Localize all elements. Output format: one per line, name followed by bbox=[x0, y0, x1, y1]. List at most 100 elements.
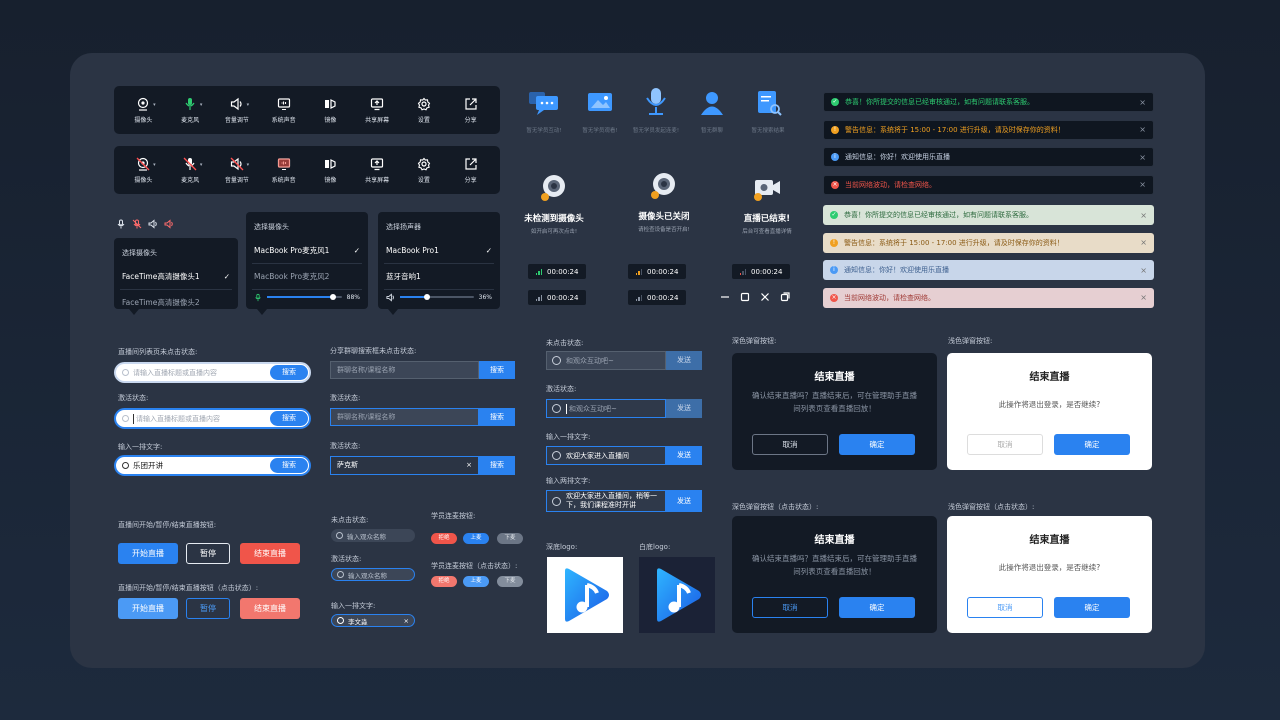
up-mic-button[interactable]: 上麦 bbox=[463, 533, 489, 544]
clear-icon[interactable]: × bbox=[466, 457, 472, 474]
cancel-button[interactable]: 取消 bbox=[967, 434, 1043, 455]
reject-button[interactable]: 拒绝 bbox=[431, 533, 457, 544]
toolbar-item-share-screen[interactable]: 共享屏幕 bbox=[356, 157, 398, 184]
toolbar-item-share[interactable]: 分享 bbox=[450, 97, 492, 124]
mic-option-1[interactable]: MacBook Pro麦克风1 ✓ bbox=[246, 238, 368, 263]
notification-text: 警告信息：系统将于 15:00 - 17:00 进行升级，请及时保存你的资料！ bbox=[845, 125, 1065, 134]
speaker-icon[interactable] bbox=[148, 219, 158, 229]
close-icon[interactable]: × bbox=[1139, 180, 1146, 189]
close-icon[interactable]: × bbox=[1140, 238, 1147, 247]
toolbar-item-share-screen[interactable]: 共享屏幕 bbox=[356, 97, 398, 124]
live-search-input[interactable]: 请输入直播标题或直播内容 搜索 bbox=[114, 362, 311, 383]
chat-input-active[interactable]: 和观众互动吧~ 发送 bbox=[546, 399, 702, 418]
confirm-button[interactable]: 确定 bbox=[1054, 434, 1130, 455]
member-search-input-active[interactable]: 输入观众名称 bbox=[331, 568, 415, 581]
toolbar-item-mic[interactable]: ▾ 麦克风 bbox=[169, 157, 211, 184]
member-search-input[interactable]: 输入观众名称 bbox=[331, 529, 415, 542]
gear-icon bbox=[417, 97, 431, 110]
close-icon[interactable]: × bbox=[1139, 98, 1146, 107]
speaker-option-2[interactable]: 蓝牙音响1 bbox=[378, 264, 500, 289]
section-label: 输入两排文字: bbox=[546, 477, 591, 485]
search-button[interactable]: 搜索 bbox=[270, 411, 308, 426]
group-search-input-filled[interactable]: 萨克斯 × 搜索 bbox=[330, 456, 515, 475]
toolbar-item-camera[interactable]: ▾ 摄像头 bbox=[122, 157, 164, 184]
send-button[interactable]: 发送 bbox=[666, 490, 702, 512]
mic-off-icon[interactable] bbox=[132, 219, 142, 229]
cancel-button[interactable]: 取消 bbox=[752, 434, 828, 455]
up-mic-button-pressed[interactable]: 上麦 bbox=[463, 576, 489, 587]
group-search-input[interactable]: 群聊名称/课程名称 搜索 bbox=[330, 361, 515, 379]
toolbar-item-gear[interactable]: 设置 bbox=[403, 157, 445, 184]
toolbar-item-volume[interactable]: ▾ 音量调节 bbox=[216, 157, 258, 184]
member-search-input-filled[interactable]: 李文淼 × bbox=[331, 614, 415, 627]
close-icon[interactable] bbox=[760, 292, 770, 302]
pause-button[interactable]: 暂停 bbox=[186, 543, 230, 564]
mic-volume-slider[interactable]: 88% bbox=[254, 292, 360, 302]
send-button[interactable]: 发送 bbox=[666, 351, 702, 370]
cancel-button-pressed[interactable]: 取消 bbox=[967, 597, 1043, 618]
modal-title: 结束直播 bbox=[814, 535, 855, 546]
start-live-button-pressed[interactable]: 开始直播 bbox=[118, 598, 178, 619]
start-live-button[interactable]: 开始直播 bbox=[118, 543, 178, 564]
down-mic-button[interactable]: 下麦 bbox=[497, 533, 523, 544]
toolbar-label: 麦克风 bbox=[181, 116, 200, 124]
chat-input-multiline[interactable]: 欢迎大家进入直播间，稍等一 下，我们课程准时开讲 发送 bbox=[546, 490, 702, 512]
chat-bubble-icon bbox=[529, 92, 558, 115]
confirm-button[interactable]: 确定 bbox=[839, 597, 915, 618]
search-button[interactable]: 搜索 bbox=[479, 408, 515, 426]
send-button[interactable]: 发送 bbox=[666, 399, 702, 418]
close-icon[interactable]: × bbox=[1140, 266, 1147, 275]
toolbar-item-mirror[interactable]: 镜像 bbox=[309, 157, 351, 184]
restore-icon[interactable] bbox=[780, 292, 790, 302]
toolbar-item-camera[interactable]: ▾ 摄像头 bbox=[122, 97, 164, 124]
close-icon[interactable]: × bbox=[1140, 293, 1147, 302]
clear-icon[interactable]: × bbox=[404, 617, 409, 625]
toolbar-item-system-sound[interactable]: 系统声音 bbox=[263, 97, 305, 124]
camera-option-1[interactable]: FaceTime高清摄像头1 ✓ bbox=[114, 264, 238, 289]
section-label: 深底logo: bbox=[546, 543, 578, 551]
notification-success-dark: ✓ 恭喜！你所提交的信息已经审核通过，如有问题请联系客服。 × bbox=[823, 92, 1154, 112]
toolbar-item-gear[interactable]: 设置 bbox=[403, 97, 445, 124]
toolbar-item-mic[interactable]: ▾ 麦克风 bbox=[169, 97, 211, 124]
send-button[interactable]: 发送 bbox=[666, 446, 702, 465]
toolbar-label: 分享 bbox=[464, 176, 477, 184]
group-search-input-active[interactable]: 群聊名称/课程名称 搜索 bbox=[330, 408, 515, 426]
live-search-input-filled[interactable]: 乐团开讲 搜索 bbox=[114, 455, 311, 476]
confirm-button[interactable]: 确定 bbox=[839, 434, 915, 455]
end-live-button[interactable]: 结束直播 bbox=[240, 543, 300, 564]
maximize-icon[interactable] bbox=[740, 292, 750, 302]
chat-input[interactable]: 和观众互动吧~ 发送 bbox=[546, 351, 702, 370]
mic-icon[interactable] bbox=[116, 219, 126, 229]
down-mic-button-pressed[interactable]: 下麦 bbox=[497, 576, 523, 587]
section-label: 直播间开始/暂停/结束直播按钮（点击状态）: bbox=[118, 584, 259, 592]
toolbar-label: 共享屏幕 bbox=[365, 176, 390, 184]
search-button[interactable]: 搜索 bbox=[270, 365, 308, 380]
toolbar-item-volume[interactable]: ▾ 音量调节 bbox=[216, 97, 258, 124]
notification-text: 当前网络波动，请检查网络。 bbox=[844, 293, 935, 302]
chat-input-filled[interactable]: 欢迎大家进入直播间 发送 bbox=[546, 446, 702, 465]
mic-option-2[interactable]: MacBook Pro麦克风2 bbox=[246, 264, 368, 289]
minimize-icon[interactable] bbox=[720, 292, 730, 302]
dropdown-title: 选择摄像头 bbox=[254, 223, 289, 231]
cancel-button-pressed[interactable]: 取消 bbox=[752, 597, 828, 618]
camera-not-detected: 未检测到摄像头 如开启可再次点击! bbox=[509, 172, 599, 235]
end-live-button-pressed[interactable]: 结束直播 bbox=[240, 598, 300, 619]
reject-button-pressed[interactable]: 拒绝 bbox=[431, 576, 457, 587]
close-icon[interactable]: × bbox=[1140, 211, 1147, 220]
confirm-button[interactable]: 确定 bbox=[1054, 597, 1130, 618]
speaker-option-1[interactable]: MacBook Pro1 ✓ bbox=[378, 238, 500, 263]
close-icon[interactable]: × bbox=[1139, 125, 1146, 134]
speaker-volume-slider[interactable]: 36% bbox=[386, 292, 492, 302]
pause-button-pressed[interactable]: 暂停 bbox=[186, 598, 230, 619]
live-search-input-active[interactable]: 请输入直播标题或直播内容 搜索 bbox=[114, 408, 311, 429]
light-modal: 结束直播 此操作将退出登录，是否继续? 取消 确定 bbox=[947, 353, 1152, 470]
close-icon[interactable]: × bbox=[1139, 153, 1146, 162]
speaker-off-icon[interactable] bbox=[164, 219, 174, 229]
toolbar-item-system-sound[interactable]: 系统声音 bbox=[263, 157, 305, 184]
toolbar-item-share[interactable]: 分享 bbox=[450, 157, 492, 184]
search-button[interactable]: 搜索 bbox=[479, 361, 515, 379]
toolbar-item-mirror[interactable]: 镜像 bbox=[309, 97, 351, 124]
search-button[interactable]: 搜索 bbox=[270, 458, 308, 473]
search-button[interactable]: 搜索 bbox=[479, 456, 515, 475]
toolbar-label: 音量调节 bbox=[224, 116, 249, 124]
